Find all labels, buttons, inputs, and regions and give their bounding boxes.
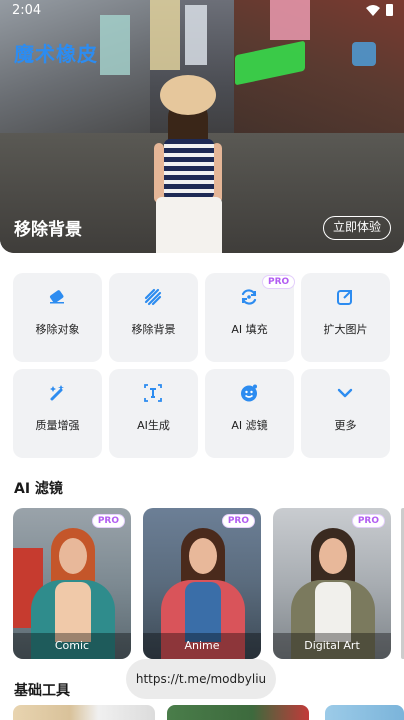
filter-card-comic[interactable]: PRO Comic xyxy=(13,508,131,659)
tool-quality-enhance[interactable]: 质量增强 xyxy=(13,369,102,458)
face-filter-icon xyxy=(241,384,257,402)
chevron-down-icon xyxy=(337,388,353,398)
tool-label: 移除对象 xyxy=(35,323,80,336)
tool-expand-image[interactable]: 扩大图片 xyxy=(301,273,390,362)
hero-title: 移除背景 xyxy=(14,220,82,240)
filter-card-digital-art[interactable]: PRO Digital Art xyxy=(273,508,391,659)
tool-label: AI生成 xyxy=(137,419,170,432)
tool-label: 更多 xyxy=(334,419,357,432)
pro-badge: PRO xyxy=(221,514,255,528)
battery-icon xyxy=(386,4,393,16)
text-cursor-icon xyxy=(144,384,162,402)
tool-remove-object[interactable]: 移除对象 xyxy=(13,273,102,362)
try-now-button[interactable]: 立即体验 xyxy=(323,216,391,240)
filter-card-label: Anime xyxy=(143,633,261,659)
expand-image-icon xyxy=(337,290,352,305)
wifi-icon xyxy=(366,5,380,16)
tool-remove-background[interactable]: 移除背景 xyxy=(109,273,198,362)
logo-icon xyxy=(352,42,376,66)
tool-label: 移除背景 xyxy=(131,323,176,336)
status-bar: 2:04 xyxy=(0,0,404,22)
hero-banner[interactable]: 魔术橡皮 移除背景 立即体验 xyxy=(0,0,404,253)
hero-sign xyxy=(100,15,130,75)
filter-card-anime[interactable]: PRO Anime xyxy=(143,508,261,659)
eraser-icon xyxy=(50,290,64,304)
magic-wand-icon xyxy=(50,385,64,401)
basic-tool-card[interactable] xyxy=(13,705,155,720)
figure-head xyxy=(319,538,347,574)
ai-filter-section-title: AI 滤镜 xyxy=(14,481,63,497)
hero-person xyxy=(150,75,230,253)
basic-tools-section-title: 基础工具 xyxy=(14,683,70,699)
pro-badge: PRO xyxy=(262,275,296,289)
filter-card-label: Digital Art xyxy=(273,633,391,659)
tool-label: 质量增强 xyxy=(35,419,80,432)
tool-ai-filter[interactable]: AI 滤镜 xyxy=(205,369,294,458)
filter-card-label: Comic xyxy=(13,633,131,659)
status-time: 2:04 xyxy=(12,3,42,18)
pro-badge: PRO xyxy=(351,514,385,528)
link-toast: https://t.me/modbyliu xyxy=(126,659,276,699)
tool-more[interactable]: 更多 xyxy=(301,369,390,458)
tool-ai-generate[interactable]: AI生成 xyxy=(109,369,198,458)
tool-ai-fill[interactable]: PRO AI 填充 xyxy=(205,273,296,362)
basic-tool-card[interactable] xyxy=(325,705,404,720)
tool-label: 扩大图片 xyxy=(323,323,368,336)
pro-badge: PRO xyxy=(91,514,125,528)
refresh-icon xyxy=(241,289,257,305)
figure-head xyxy=(189,538,217,574)
tool-label: AI 滤镜 xyxy=(231,419,268,432)
basic-tool-card[interactable] xyxy=(167,705,309,720)
tool-label: AI 填充 xyxy=(231,323,268,336)
stripes-icon xyxy=(144,288,162,306)
figure-head xyxy=(59,538,87,574)
app-title: 魔术橡皮 xyxy=(14,42,98,66)
